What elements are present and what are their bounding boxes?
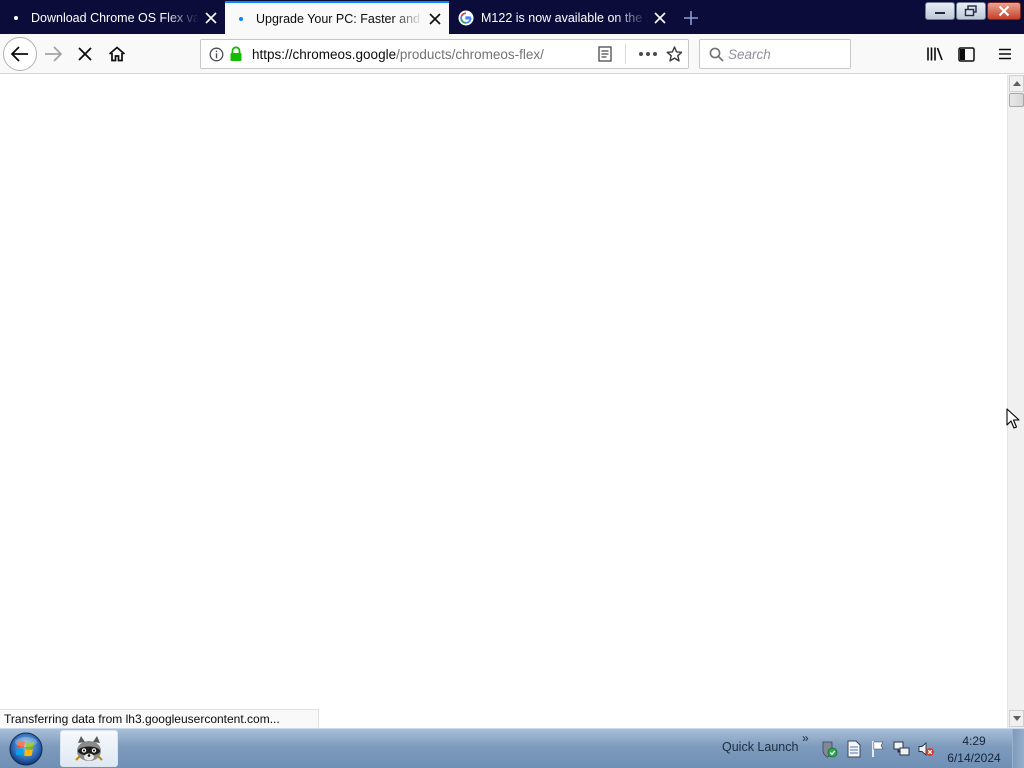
quick-launch-expand-button[interactable]: » <box>802 731 809 745</box>
stop-icon <box>78 47 92 61</box>
stop-loading-button[interactable] <box>72 41 98 67</box>
mouse-cursor-icon <box>1006 408 1020 429</box>
loading-dot-icon <box>8 10 24 26</box>
url-text: https://chromeos.google/products/chromeo… <box>252 47 544 62</box>
search-input[interactable] <box>728 43 846 65</box>
security-shield-tray-icon[interactable] <box>820 740 838 758</box>
search-box[interactable] <box>699 39 851 69</box>
clock-time[interactable]: 4:29 <box>948 734 1000 748</box>
start-button[interactable] <box>7 731 45 767</box>
close-tab-icon[interactable] <box>203 10 219 26</box>
close-tab-icon[interactable] <box>652 10 668 26</box>
home-icon <box>108 46 126 62</box>
navigation-toolbar: https://chromeos.google/products/chromeo… <box>0 34 1024 74</box>
url-host: https://chromeos.google <box>252 47 397 62</box>
scrollbar-thumb[interactable] <box>1009 93 1024 107</box>
scroll-down-button[interactable] <box>1009 710 1024 727</box>
close-tab-icon[interactable] <box>427 11 443 27</box>
close-icon <box>998 5 1010 17</box>
caret-down-icon <box>1012 716 1021 721</box>
info-icon[interactable] <box>208 46 224 62</box>
caret-up-icon <box>1012 81 1021 86</box>
forward-button[interactable] <box>40 41 66 67</box>
lock-icon[interactable] <box>228 46 244 62</box>
status-panel: Transferring data from lh3.googleusercon… <box>0 709 319 728</box>
tab-strip: Download Chrome OS Flex variant Upgrade … <box>0 0 1024 34</box>
tab-title: Upgrade Your PC: Faster and More <box>256 11 423 26</box>
forward-arrow-icon <box>45 46 62 62</box>
close-window-button[interactable] <box>987 2 1021 20</box>
library-button[interactable] <box>922 41 948 67</box>
new-tab-button[interactable] <box>680 7 702 29</box>
sidebar-icon <box>957 46 975 62</box>
address-bar[interactable]: https://chromeos.google/products/chromeo… <box>200 39 689 69</box>
hamburger-menu-icon <box>999 48 1011 60</box>
reader-view-icon[interactable] <box>597 46 613 62</box>
restore-icon <box>964 5 977 17</box>
tab-title: Download Chrome OS Flex variant <box>31 11 199 25</box>
minimize-window-button[interactable] <box>925 2 955 20</box>
raccoon-app-icon <box>75 735 103 761</box>
clock-date[interactable]: 6/14/2024 <box>946 751 1002 765</box>
google-g-icon <box>458 10 474 26</box>
url-path: /products/chromeos-flex/ <box>396 47 544 62</box>
minimize-icon <box>935 12 945 14</box>
tab-title: M122 is now available on the Beta <box>481 11 648 25</box>
bookmark-star-icon[interactable] <box>666 46 682 62</box>
page-content[interactable] <box>0 75 1007 728</box>
restore-window-button[interactable] <box>956 2 986 20</box>
tab-download-chrome-os-flex[interactable]: Download Chrome OS Flex variant <box>0 2 225 34</box>
windows-taskbar: Quick Launch » 4:29 6/14/2024 <box>0 728 1024 768</box>
document-tray-icon[interactable] <box>845 740 863 758</box>
plus-icon <box>684 11 698 25</box>
network-tray-icon[interactable] <box>893 740 911 758</box>
scroll-up-button[interactable] <box>1009 75 1024 92</box>
library-icon <box>927 47 943 61</box>
taskbar-app-button[interactable] <box>60 730 118 767</box>
sidebar-toggle-button[interactable] <box>953 41 979 67</box>
loading-dot-icon <box>233 11 249 27</box>
quick-launch-label: Quick Launch <box>722 740 799 754</box>
page-actions-icon[interactable] <box>637 46 659 62</box>
home-button[interactable] <box>104 41 130 67</box>
vertical-scrollbar[interactable] <box>1007 75 1024 728</box>
back-arrow-icon <box>11 46 28 62</box>
tab-m122-beta[interactable]: M122 is now available on the Beta <box>450 2 674 34</box>
volume-muted-tray-icon[interactable] <box>917 740 935 758</box>
show-desktop-button[interactable] <box>1012 729 1024 768</box>
search-icon <box>708 46 724 62</box>
back-button[interactable] <box>3 37 37 71</box>
divider <box>625 44 626 64</box>
tab-upgrade-your-pc[interactable]: Upgrade Your PC: Faster and More <box>225 1 449 34</box>
open-menu-button[interactable] <box>992 41 1018 67</box>
action-center-flag-icon[interactable] <box>869 740 887 758</box>
windows-logo-icon <box>9 732 43 766</box>
